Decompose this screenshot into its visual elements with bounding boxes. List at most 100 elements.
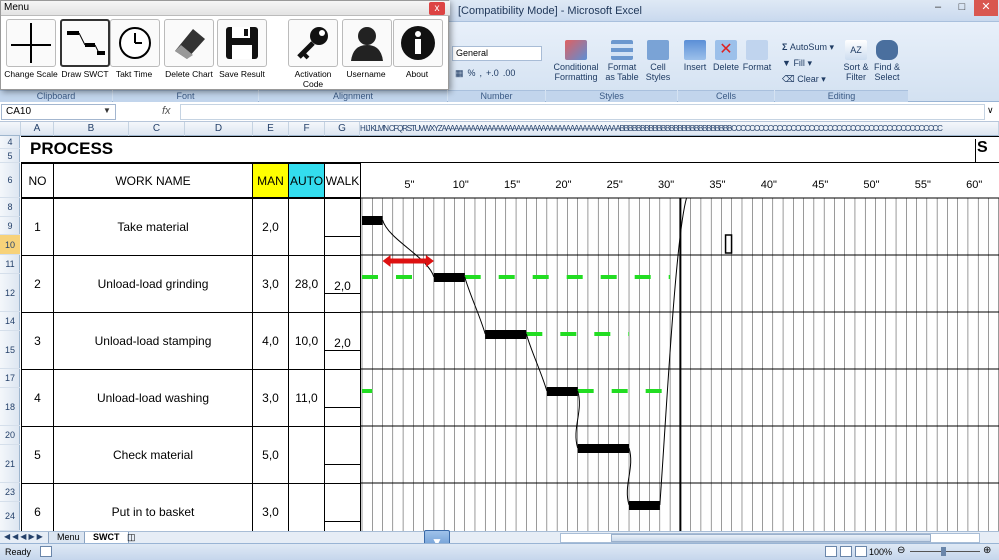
walk-arrow-head-left — [382, 255, 391, 267]
comma-button[interactable]: , — [480, 68, 483, 79]
username-button[interactable]: Username — [342, 19, 392, 85]
eraser-small-icon: ⌫ — [782, 74, 795, 84]
time-tick-label: 55" — [915, 179, 931, 191]
conditional-formatting-button[interactable]: Conditional Formatting — [551, 40, 601, 82]
autosum-button[interactable]: Σ AutoSum ▾ — [782, 42, 834, 52]
close-window-button[interactable]: ✕ — [974, 0, 998, 16]
table-icon — [611, 40, 633, 60]
insert-cells-icon — [684, 40, 706, 60]
worksheet-grid[interactable]: PROCESS S NO WORK NAME MAN AUTO WALK 1 Ta… — [21, 136, 999, 531]
column-header[interactable]: B — [54, 122, 129, 136]
save-result-button[interactable]: Save Result — [216, 19, 268, 85]
normal-view-icon[interactable] — [825, 546, 837, 557]
page-layout-view-icon[interactable] — [840, 546, 852, 557]
currency-button[interactable]: ▦ — [455, 68, 464, 79]
row-header[interactable]: 17 — [0, 369, 20, 388]
name-box-dropdown-icon[interactable]: ▼ — [103, 106, 111, 115]
delete-cells-icon: ✕ — [715, 40, 737, 60]
delete-chart-button[interactable]: Delete Chart — [163, 19, 215, 85]
format-as-table-button[interactable]: Format as Table — [603, 40, 641, 82]
decrease-decimal-button[interactable]: .00 — [503, 68, 516, 79]
header-man: MAN — [252, 163, 289, 198]
draw-swct-button[interactable]: Draw SWCT — [58, 19, 112, 85]
auto-time-cell: 10,0 — [288, 312, 325, 370]
work-name-cell: Unload-load stamping — [53, 312, 253, 370]
column-header[interactable]: C — [129, 122, 185, 136]
select-all-corner[interactable] — [0, 122, 21, 136]
row-header[interactable]: 15 — [0, 331, 20, 369]
zoom-in-icon[interactable]: ⊕ — [983, 545, 991, 556]
row-no-cell: 2 — [21, 255, 54, 313]
column-header[interactable]: F — [289, 122, 325, 136]
row-header[interactable]: 10 — [0, 235, 20, 255]
expand-formula-bar-icon[interactable]: ∨ — [987, 105, 994, 116]
row-header[interactable]: 5 — [0, 149, 20, 163]
row-header[interactable]: 14 — [0, 312, 20, 331]
about-button[interactable]: About — [393, 19, 443, 85]
insert-button[interactable]: Insert — [680, 40, 710, 72]
zoom-out-icon[interactable]: ⊖ — [897, 545, 905, 556]
formula-input[interactable] — [180, 104, 985, 120]
floppy-disk-icon — [217, 19, 267, 67]
sort-filter-button[interactable]: AZ Sort & Filter — [840, 40, 872, 82]
cell-styles-button[interactable]: Cell Styles — [641, 40, 675, 82]
row-header[interactable]: 18 — [0, 388, 20, 426]
man-time-cell: 4,0 — [252, 312, 289, 370]
find-select-button[interactable]: Find & Select — [872, 40, 902, 82]
activation-code-button[interactable]: Activation Code — [284, 19, 342, 89]
name-box[interactable]: CA10 — [1, 104, 116, 120]
delete-button[interactable]: ✕ Delete — [711, 40, 741, 72]
row-header[interactable]: 8 — [0, 198, 20, 217]
work-name-cell: Put in to basket — [53, 483, 253, 531]
man-time-cell: 3,0 — [252, 483, 289, 531]
maximize-button[interactable]: □ — [950, 0, 974, 16]
time-tick-label: 30" — [658, 179, 674, 191]
row-header[interactable]: 20 — [0, 426, 20, 445]
row-header[interactable]: 24 — [0, 502, 20, 531]
time-tick-label: 40" — [761, 179, 777, 191]
column-header[interactable]: D — [185, 122, 253, 136]
number-format-select[interactable]: General — [452, 46, 542, 61]
menu-close-button[interactable]: x — [429, 2, 445, 15]
macro-record-icon[interactable] — [40, 546, 52, 557]
man-time-cell: 3,0 — [252, 369, 289, 427]
column-header[interactable]: E — [253, 122, 289, 136]
column-header[interactable]: G — [325, 122, 360, 136]
fill-button[interactable]: ▼ Fill ▾ — [782, 58, 812, 68]
row-header[interactable]: 12 — [0, 274, 20, 312]
percent-button[interactable]: % — [468, 68, 476, 79]
row-header[interactable]: 23 — [0, 483, 20, 502]
row-header[interactable]: 11 — [0, 255, 20, 274]
zoom-level[interactable]: 100% — [869, 547, 892, 557]
status-ready: Ready — [5, 547, 32, 557]
row-header[interactable]: 6 — [0, 163, 20, 198]
takt-time-button[interactable]: Takt Time — [110, 19, 160, 85]
change-scale-button[interactable]: Change Scale — [4, 19, 58, 85]
binoculars-icon — [876, 40, 898, 60]
increase-decimal-button[interactable]: +.0 — [486, 68, 499, 79]
selected-cell — [724, 234, 733, 254]
horizontal-scrollbar-thumb[interactable] — [611, 534, 931, 542]
eraser-icon — [164, 19, 214, 67]
clear-button[interactable]: ⌫ Clear ▾ — [782, 74, 826, 84]
row-header[interactable]: 9 — [0, 217, 20, 235]
swct-menu-window[interactable]: Menu x Change Scale Draw SWCT Takt Time … — [0, 0, 450, 90]
page-break-view-icon[interactable] — [855, 546, 867, 557]
row-header[interactable]: 4 — [0, 136, 20, 149]
insert-function-button[interactable]: fx — [162, 105, 171, 117]
zoom-slider-thumb[interactable] — [941, 547, 946, 556]
minimize-button[interactable]: – — [926, 0, 950, 16]
insert-sheet-icon[interactable]: ◫ — [127, 532, 136, 543]
tab-scroll-arrows[interactable]: ◀◀◀▶▶ — [4, 532, 45, 541]
man-time-bar — [629, 501, 660, 510]
header-auto: AUTO — [288, 163, 325, 198]
narrow-column-headers[interactable]: H IJ KLMN CFQRSTUVWXYZAAAAAAAAAAAAAAAAAA… — [360, 122, 999, 136]
man-time-bar — [577, 444, 630, 453]
group-clipboard: Clipboard — [0, 90, 112, 102]
format-button[interactable]: Format — [742, 40, 772, 72]
horizontal-scrollbar[interactable] — [560, 533, 980, 543]
column-header[interactable]: A — [21, 122, 54, 136]
row-header[interactable]: 21 — [0, 445, 20, 483]
cross-lines-icon — [6, 19, 56, 67]
sort-icon: AZ — [845, 40, 867, 60]
